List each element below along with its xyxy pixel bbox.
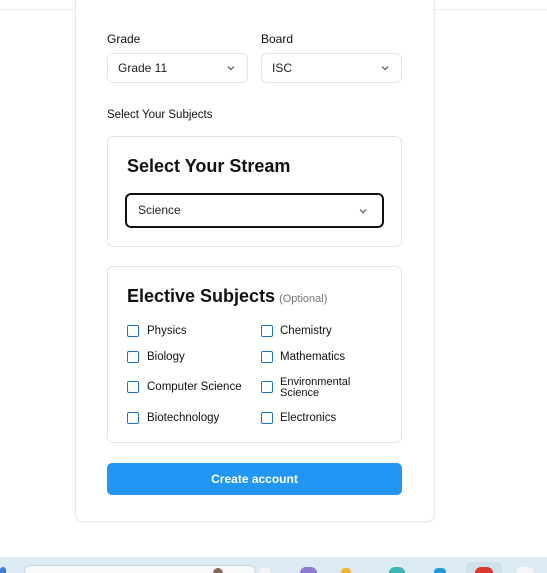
taskview-icon[interactable] bbox=[259, 568, 271, 573]
stream-select[interactable]: Science bbox=[125, 193, 384, 228]
create-account-button[interactable]: Create account bbox=[107, 463, 402, 495]
checkbox-mathematics-label[interactable]: Mathematics bbox=[280, 351, 345, 363]
checkbox-chemistry-label[interactable]: Chemistry bbox=[280, 325, 332, 337]
checkbox-computer-science-label[interactable]: Computer Science bbox=[147, 381, 242, 393]
board-select-value: ISC bbox=[272, 61, 293, 75]
chevron-down-icon bbox=[227, 66, 235, 71]
subjects-heading: Select Your Subjects bbox=[107, 109, 213, 121]
checkbox-mathematics[interactable] bbox=[261, 351, 273, 363]
grade-select[interactable]: Grade 11 bbox=[107, 53, 248, 83]
chevron-down-icon bbox=[359, 209, 367, 214]
checkbox-computer-science[interactable] bbox=[127, 381, 139, 393]
app-icon-4[interactable] bbox=[475, 567, 493, 573]
checkbox-biotechnology[interactable] bbox=[127, 412, 139, 424]
widget-icon[interactable] bbox=[213, 568, 223, 573]
app-icon-2[interactable] bbox=[389, 567, 405, 573]
checkbox-biology[interactable] bbox=[127, 351, 139, 363]
stream-panel bbox=[107, 136, 402, 247]
checkbox-electronics[interactable] bbox=[261, 412, 273, 424]
app-icon-5[interactable] bbox=[516, 567, 534, 573]
electives-title-text: Elective Subjects bbox=[127, 286, 276, 306]
app-icon-3[interactable] bbox=[434, 568, 446, 573]
board-select[interactable]: ISC bbox=[261, 53, 402, 83]
board-label: Board bbox=[261, 32, 294, 46]
checkbox-biotechnology-label[interactable]: Biotechnology bbox=[147, 412, 219, 424]
page: Grade Grade 11 Board ISC Select Your Sub… bbox=[0, 0, 547, 573]
checkbox-chemistry[interactable] bbox=[261, 325, 273, 337]
checkbox-environmental-science-label[interactable]: Environmental Science bbox=[280, 377, 350, 399]
env-line-2: Science bbox=[280, 387, 320, 399]
grade-select-value: Grade 11 bbox=[118, 61, 168, 75]
checkbox-physics-label[interactable]: Physics bbox=[147, 325, 187, 337]
checkbox-biology-label[interactable]: Biology bbox=[147, 351, 185, 363]
chevron-down-icon bbox=[381, 66, 389, 71]
checkbox-electronics-label[interactable]: Electronics bbox=[280, 412, 336, 424]
checkbox-physics[interactable] bbox=[127, 325, 139, 337]
grade-label: Grade bbox=[107, 32, 141, 46]
folder-icon[interactable] bbox=[341, 568, 351, 573]
checkbox-environmental-science[interactable] bbox=[261, 381, 273, 393]
stream-select-value: Science bbox=[138, 203, 181, 217]
optional-note: (Optional) bbox=[279, 293, 328, 305]
electives-title: Elective Subjects (Optional) bbox=[127, 286, 327, 307]
start-icon[interactable] bbox=[0, 567, 6, 573]
app-icon-1[interactable] bbox=[300, 567, 317, 573]
stream-title: Select Your Stream bbox=[127, 156, 291, 176]
